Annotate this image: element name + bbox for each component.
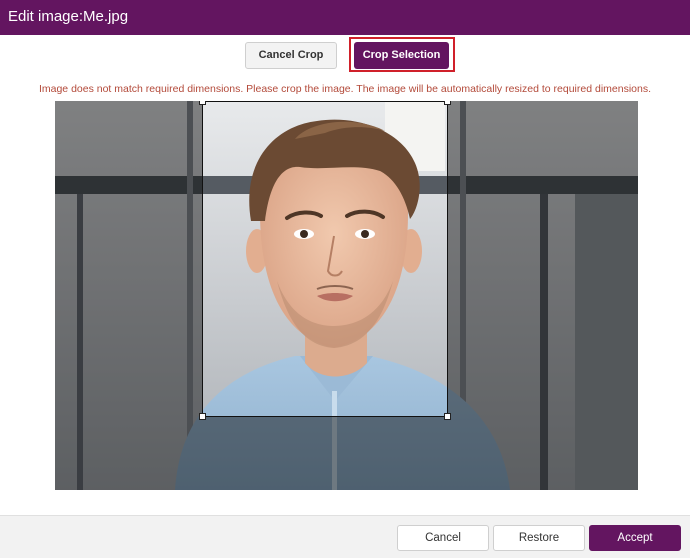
crop-mask-left xyxy=(55,101,202,490)
dimension-warning: Image does not match required dimensions… xyxy=(38,83,652,95)
crop-handle-bottom-right[interactable] xyxy=(444,413,451,420)
restore-button[interactable]: Restore xyxy=(493,525,585,551)
crop-toolbar: Cancel Crop Crop Selection xyxy=(0,35,690,77)
crop-mask-bottom xyxy=(202,417,448,490)
crop-selection-button[interactable]: Crop Selection xyxy=(354,42,449,69)
dialog-footer: Cancel Restore Accept xyxy=(0,515,690,558)
accept-button[interactable]: Accept xyxy=(589,525,681,551)
crop-handle-top-left[interactable] xyxy=(199,101,206,105)
image-crop-area[interactable] xyxy=(55,101,638,490)
cancel-crop-button[interactable]: Cancel Crop xyxy=(245,42,337,69)
dialog-title: Edit image:Me.jpg xyxy=(8,8,129,25)
cancel-button[interactable]: Cancel xyxy=(397,525,489,551)
crop-handle-top-right[interactable] xyxy=(444,101,451,105)
crop-mask-right xyxy=(448,101,638,490)
dialog-titlebar: Edit image:Me.jpg xyxy=(0,0,690,35)
crop-handle-bottom-left[interactable] xyxy=(199,413,206,420)
crop-selection-box[interactable] xyxy=(202,101,448,417)
